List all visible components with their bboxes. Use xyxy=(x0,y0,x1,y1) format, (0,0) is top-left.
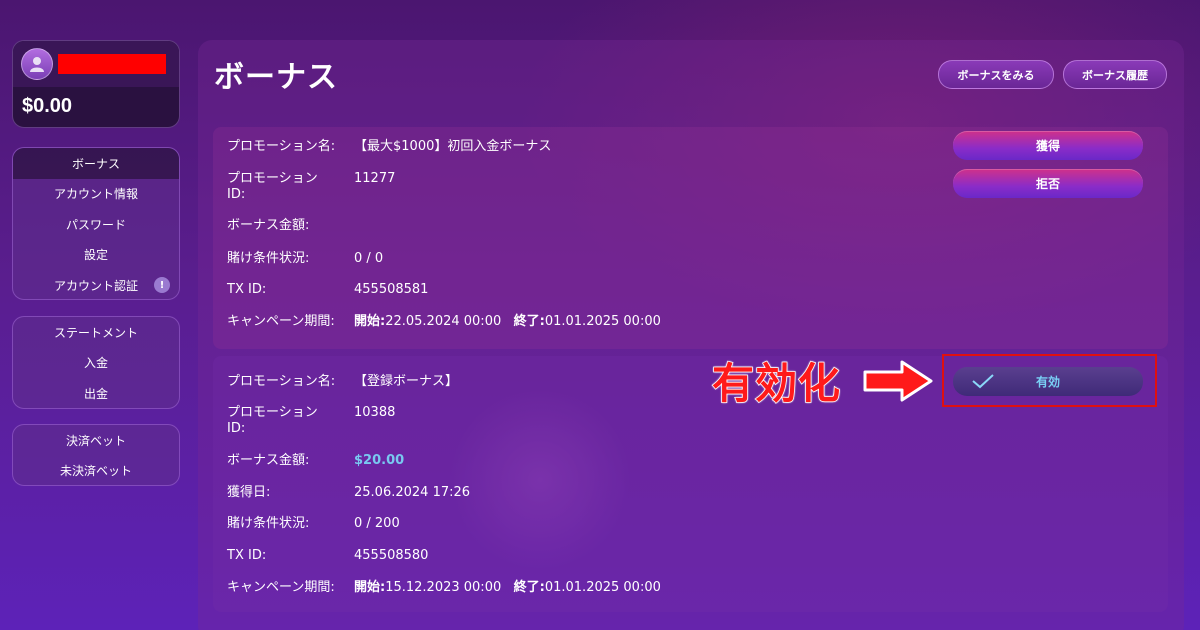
statement-menu: ステートメント 入金 出金 xyxy=(12,316,180,409)
annotation-text: 有効化 xyxy=(711,359,842,408)
claim-button[interactable]: 獲得 xyxy=(953,131,1143,160)
wager-status-value: 0 / 200 xyxy=(354,516,400,531)
promo-name-label: プロモーション名: xyxy=(227,374,336,389)
end-label: 終了: xyxy=(513,314,545,329)
promo-name-label: プロモーション名: xyxy=(227,139,336,154)
sidebar-item-withdraw[interactable]: 出金 xyxy=(13,378,179,408)
promo-name-row: プロモーション名: 【登録ボーナス】 xyxy=(227,374,458,390)
bonus-history-button[interactable]: ボーナス履歴 xyxy=(1063,60,1167,89)
tx-id-label: TX ID: xyxy=(227,548,267,563)
sidebar-item-label: ステートメント xyxy=(53,325,138,340)
tx-id-label: TX ID: xyxy=(227,282,267,297)
sidebar-item-label: アカウント情報 xyxy=(53,187,138,202)
account-menu: ボーナス アカウント情報 パスワード 設定 アカウント認証 ! xyxy=(12,147,180,300)
sidebar-item-account-info[interactable]: アカウント情報 xyxy=(13,179,179,210)
sidebar-item-label: ボーナス xyxy=(71,156,120,171)
sidebar-item-label: 入金 xyxy=(83,356,108,371)
promo-name-value: 【登録ボーナス】 xyxy=(354,374,459,389)
view-bonus-button[interactable]: ボーナスをみる xyxy=(938,60,1054,89)
tx-id-row: TX ID: 455508581 xyxy=(227,282,428,298)
sidebar-item-label: 設定 xyxy=(83,248,108,263)
campaign-period-row: キャンペーン期間: 開始:22.05.2024 00:00 終了:01.01.2… xyxy=(227,314,661,330)
start-value: 15.12.2023 00:00 xyxy=(385,580,502,595)
promo-id-value: 10388 xyxy=(354,405,396,420)
arrow-right-icon xyxy=(863,360,933,402)
bonus-amount-row: ボーナス金額: xyxy=(227,218,354,234)
promo-name-value: 【最大$1000】初回入金ボーナス xyxy=(354,139,552,154)
tx-id-value: 455508580 xyxy=(354,548,429,563)
sidebar-item-label: 決済ベット xyxy=(65,433,126,448)
wager-status-row: 賭け条件状況: 0 / 0 xyxy=(227,251,383,267)
redacted-username xyxy=(58,54,166,74)
sidebar-item-label: パスワード xyxy=(65,217,126,232)
avatar[interactable] xyxy=(21,48,53,80)
wager-status-label: 賭け条件状況: xyxy=(227,251,310,266)
sidebar-item-deposit[interactable]: 入金 xyxy=(13,348,179,379)
promo-id-row: プロモーション ID: 11277 xyxy=(227,171,395,203)
sidebar-item-bonus[interactable]: ボーナス xyxy=(13,148,179,179)
balance: $0.00 xyxy=(22,95,73,117)
promo-id-label: プロモーション ID: xyxy=(227,405,318,436)
campaign-period-row: キャンペーン期間: 開始:15.12.2023 00:00 終了:01.01.2… xyxy=(227,580,661,596)
wager-status-value: 0 / 0 xyxy=(354,251,384,266)
user-icon xyxy=(30,57,44,72)
wager-status-label: 賭け条件状況: xyxy=(227,516,310,531)
promo-id-row: プロモーション ID: 10388 xyxy=(227,405,395,437)
sidebar-item-settings[interactable]: 設定 xyxy=(13,240,179,271)
page-title: ボーナス xyxy=(214,61,338,94)
end-value: 01.01.2025 00:00 xyxy=(544,314,661,329)
bonus-amount-row: ボーナス金額: $20.00 xyxy=(227,453,404,469)
sidebar-item-verification[interactable]: アカウント認証 ! xyxy=(13,270,179,299)
tx-id-row: TX ID: 455508580 xyxy=(227,548,428,564)
sidebar-item-settled-bets[interactable]: 決済ベット xyxy=(13,425,179,456)
sidebar-item-statement[interactable]: ステートメント xyxy=(13,317,179,348)
acquired-date-value: 25.06.2024 17:26 xyxy=(354,485,471,500)
sidebar-item-label: アカウント認証 xyxy=(53,278,138,293)
sidebar-item-unsettled-bets[interactable]: 未決済ベット xyxy=(13,456,179,486)
reject-button[interactable]: 拒否 xyxy=(953,169,1143,198)
bonus-amount-label: ボーナス金額: xyxy=(227,218,310,233)
user-header xyxy=(13,41,179,87)
tx-id-value: 455508581 xyxy=(354,282,429,297)
bonus-amount-value: $20.00 xyxy=(354,453,405,468)
promo-id-value: 11277 xyxy=(354,171,396,186)
sidebar-item-password[interactable]: パスワード xyxy=(13,209,179,240)
acquired-date-label: 獲得日: xyxy=(227,485,271,500)
acquired-date-row: 獲得日: 25.06.2024 17:26 xyxy=(227,485,470,501)
campaign-period-label: キャンペーン期間: xyxy=(227,314,335,329)
promo-name-row: プロモーション名: 【最大$1000】初回入金ボーナス xyxy=(227,139,551,155)
start-label: 開始: xyxy=(354,314,386,329)
alert-badge: ! xyxy=(154,277,170,293)
start-label: 開始: xyxy=(354,580,386,595)
sidebar-item-label: 未決済ベット xyxy=(59,464,132,479)
campaign-period-value: 開始:22.05.2024 00:00 終了:01.01.2025 00:00 xyxy=(354,314,661,330)
bonus-amount-label: ボーナス金額: xyxy=(227,453,310,468)
end-value: 01.01.2025 00:00 xyxy=(544,580,661,595)
campaign-period-value: 開始:15.12.2023 00:00 終了:01.01.2025 00:00 xyxy=(354,580,661,596)
user-panel: $0.00 xyxy=(12,40,180,128)
campaign-period-label: キャンペーン期間: xyxy=(227,580,335,595)
promo-id-label: プロモーション ID: xyxy=(227,171,318,202)
bets-menu: 決済ベット 未決済ベット xyxy=(12,424,180,486)
wager-status-row: 賭け条件状況: 0 / 200 xyxy=(227,516,400,532)
sidebar-item-label: 出金 xyxy=(83,386,108,401)
start-value: 22.05.2024 00:00 xyxy=(385,314,502,329)
end-label: 終了: xyxy=(513,580,545,595)
highlight-box xyxy=(942,354,1157,407)
